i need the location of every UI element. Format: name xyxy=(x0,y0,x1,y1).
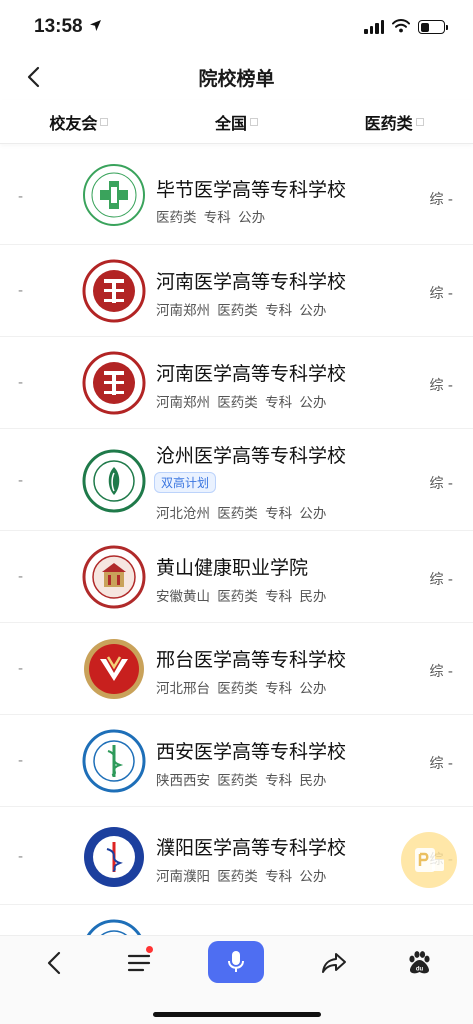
filter-tab-label: 医药类 xyxy=(364,113,413,133)
back-button[interactable] xyxy=(28,942,80,984)
school-name: 河南医学高等专科学校 xyxy=(156,363,347,385)
rank-label: - xyxy=(18,189,24,205)
score-label: 综 - xyxy=(429,572,453,588)
school-logo-icon xyxy=(84,827,144,887)
rank-label: - xyxy=(18,569,24,585)
school-name: 西安医学高等专科学校 xyxy=(156,741,347,763)
filter-bar: 校友会 全国 医药类 xyxy=(0,100,473,144)
wifi-icon xyxy=(392,18,410,37)
filter-tab-ranking-source[interactable]: 校友会 xyxy=(0,100,158,143)
list-item[interactable]: - 河南医学高等专科学校 河南郑州 医药类 专科 公办 综 - xyxy=(0,337,473,429)
filter-tab-category[interactable]: 医药类 xyxy=(315,100,473,143)
rank-label: - xyxy=(18,473,24,489)
school-logo-icon xyxy=(82,259,146,323)
school-meta: 医药类 专科 公办 xyxy=(156,210,266,226)
school-meta: 河南郑州 医药类 专科 公办 xyxy=(156,303,327,319)
rank-label: - xyxy=(18,375,24,391)
share-icon xyxy=(322,953,346,973)
list-item[interactable] xyxy=(0,905,473,935)
baidu-home-button[interactable]: du xyxy=(393,942,445,984)
score-label: 综 - xyxy=(429,476,453,492)
page-title: 院校榜单 xyxy=(198,67,275,90)
school-name: 濮阳医学高等专科学校 xyxy=(156,837,347,859)
score-label: 综 - xyxy=(429,192,453,208)
list-item[interactable]: - 河南医学高等专科学校 河南郑州 医药类 专科 公办 综 - xyxy=(0,245,473,337)
school-name: 河南医学高等专科学校 xyxy=(156,271,347,293)
rank-label: - xyxy=(18,661,24,677)
dropdown-icon xyxy=(250,118,259,126)
filter-tab-label: 全国 xyxy=(215,113,248,133)
list-item[interactable]: - 沧州医学高等专科学校 双高计划 河北沧州 医药类 专科 公办 综 - xyxy=(0,429,473,531)
list-item[interactable]: - 西安医学高等专科学校 陕西西安 医药类 专科 民办 综 - xyxy=(0,715,473,807)
list-item[interactable]: - 黄山健康职业学院 安徽黄山 医药类 专科 民办 综 - xyxy=(0,531,473,623)
list-item[interactable]: - 邢台医学高等专科学校 河北邢台 医药类 专科 公办 综 - xyxy=(0,623,473,715)
rank-label: - xyxy=(18,753,24,769)
location-arrow-icon xyxy=(89,16,102,38)
menu-button[interactable] xyxy=(113,942,165,984)
microphone-icon xyxy=(228,951,244,972)
notification-dot xyxy=(146,946,153,953)
school-meta: 陕西西安 医药类 专科 民办 xyxy=(156,773,327,789)
dropdown-icon xyxy=(415,118,424,126)
status-time-text: 13:58 xyxy=(34,16,83,37)
score-label: 综 - xyxy=(429,286,453,302)
school-name: 黄山健康职业学院 xyxy=(156,557,309,579)
status-icons xyxy=(364,18,448,37)
school-meta: 河北沧州 医药类 专科 公办 xyxy=(156,506,327,522)
status-bar: 13:58 xyxy=(0,0,473,54)
battery-icon xyxy=(418,20,448,34)
school-name: 邢台医学高等专科学校 xyxy=(156,649,347,671)
school-logo-icon xyxy=(83,164,145,226)
school-meta: 河南郑州 医药类 专科 公办 xyxy=(156,395,327,411)
filter-tab-label: 校友会 xyxy=(49,113,98,133)
bottom-toolbar: du xyxy=(0,935,473,1024)
double-high-plan-tag: 双高计划 xyxy=(154,472,217,493)
dropdown-icon xyxy=(100,118,109,126)
school-logo-icon xyxy=(82,351,146,415)
share-button[interactable] xyxy=(308,942,360,984)
pdf-assistant-icon xyxy=(415,848,444,872)
cellular-signal-icon xyxy=(364,20,384,34)
back-button[interactable] xyxy=(18,62,48,92)
school-logo-icon xyxy=(84,639,144,699)
rank-label: - xyxy=(18,849,24,865)
back-icon xyxy=(47,951,61,975)
school-name: 毕节医学高等专科学校 xyxy=(156,179,347,201)
voice-search-button[interactable] xyxy=(208,941,264,983)
score-label: 综 - xyxy=(429,378,453,394)
school-meta: 河北邢台 医药类 专科 公办 xyxy=(156,681,327,697)
score-label: 综 - xyxy=(429,756,453,772)
school-list: - 毕节医学高等专科学校 医药类 专科 公办 综 - - 河南医学高等专科学校 … xyxy=(0,145,473,935)
baidu-paw-icon: du xyxy=(409,951,430,974)
school-logo-icon xyxy=(82,729,146,793)
school-logo-icon xyxy=(86,919,142,935)
school-logo-icon xyxy=(82,545,146,609)
chevron-left-icon xyxy=(27,66,40,88)
rank-label: - xyxy=(18,283,24,299)
floating-assistant-button[interactable] xyxy=(401,832,457,888)
menu-icon xyxy=(127,954,151,972)
list-item[interactable]: - 毕节医学高等专科学校 医药类 专科 公办 综 - xyxy=(0,145,473,245)
svg-text:du: du xyxy=(416,967,424,973)
filter-tab-region[interactable]: 全国 xyxy=(158,100,316,143)
school-logo-icon xyxy=(82,449,146,513)
status-time: 13:58 xyxy=(34,16,102,38)
school-meta: 安徽黄山 医药类 专科 民办 xyxy=(156,589,327,605)
school-meta: 河南濮阳 医药类 专科 公办 xyxy=(156,869,327,885)
score-label: 综 - xyxy=(429,664,453,680)
school-name: 沧州医学高等专科学校 xyxy=(156,445,347,467)
home-indicator xyxy=(153,1012,321,1017)
nav-bar: 院校榜单 xyxy=(0,54,473,100)
